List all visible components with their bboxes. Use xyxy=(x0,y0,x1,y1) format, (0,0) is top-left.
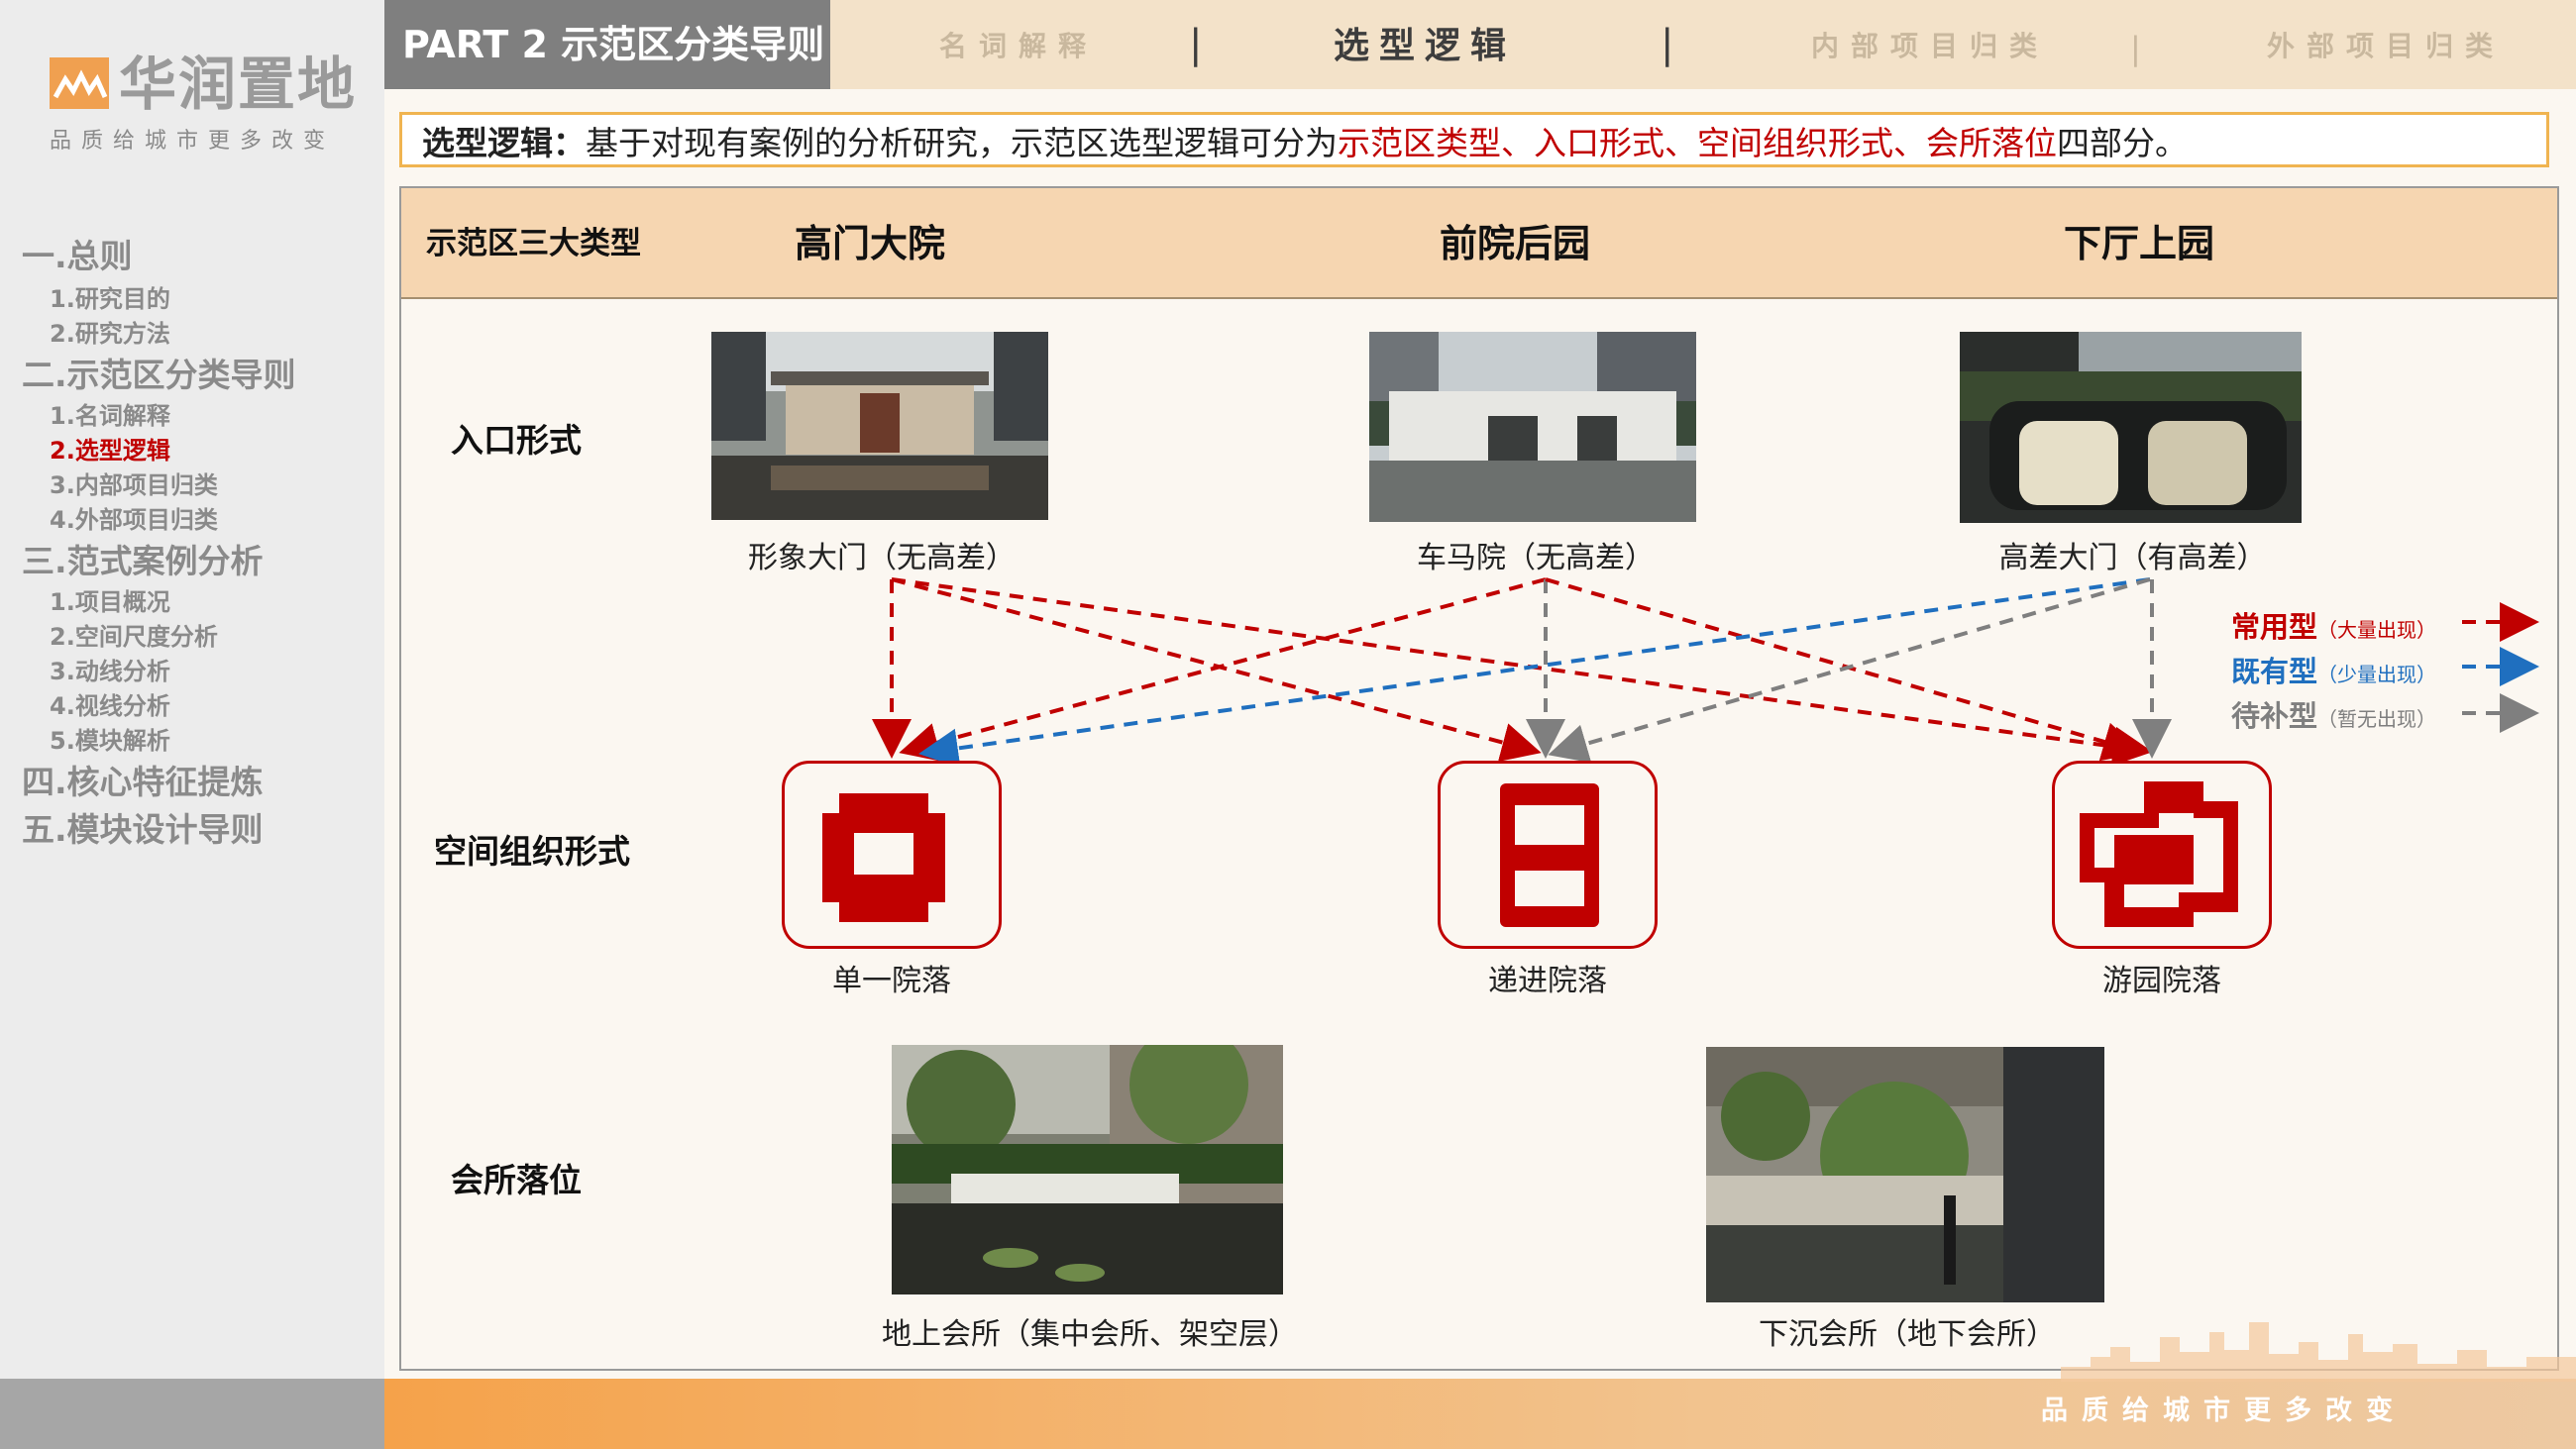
nav-item-project-overview[interactable]: 1.项目概况 xyxy=(50,582,170,617)
nav-item-selection-logic[interactable]: 2.选型逻辑 xyxy=(50,431,170,466)
photo-image-gate xyxy=(711,332,1048,520)
footer-slogan: 品质给城市更多改变 xyxy=(2041,1396,2407,1426)
intro-text-end: 四部分。 xyxy=(2057,124,2188,162)
intro-statement: 选型逻辑：基于对现有案例的分析研究，示范区选型逻辑可分为示范区类型、入口形式、空… xyxy=(399,112,2549,167)
single-courtyard-icon xyxy=(822,793,945,922)
legend-common: 常用型（大量出现） xyxy=(2231,604,2436,646)
brand-tagline: 品质给城市更多改变 xyxy=(50,129,336,154)
caption-garden-courtyard: 游园院落 xyxy=(2102,964,2221,998)
brand-logo-icon xyxy=(50,57,109,109)
nav-item-external-projects[interactable]: 4.外部项目归类 xyxy=(50,500,218,535)
footer-left xyxy=(0,1379,384,1449)
nav-item-internal-projects[interactable]: 3.内部项目归类 xyxy=(50,466,218,500)
column-gaomen-dayuan: 高门大院 xyxy=(795,222,946,265)
legend-existing-name: 既有型 xyxy=(2231,655,2318,688)
space-garden-frame xyxy=(2052,761,2272,949)
nav-section-1[interactable]: 一.总则 xyxy=(22,230,133,277)
tab-internal-projects[interactable]: 内部项目归类 xyxy=(1752,0,2108,89)
column-qianyuan-houyuan: 前院后园 xyxy=(1440,222,1591,265)
photo-sunken-club xyxy=(1706,1047,2104,1302)
photo-above-ground-club xyxy=(892,1045,1283,1294)
row-label-space: 空间组织形式 xyxy=(434,832,630,871)
tab-separator: | xyxy=(2130,30,2141,67)
intro-label: 选型逻辑： xyxy=(422,124,586,162)
legend-pending-name: 待补型 xyxy=(2231,699,2318,733)
nav-item-glossary[interactable]: 1.名词解释 xyxy=(50,396,170,431)
tab-separator: | xyxy=(1661,22,1674,67)
skyline-decoration-icon xyxy=(2061,1322,2576,1382)
legend-existing: 既有型（少量出现） xyxy=(2231,649,2436,690)
intro-highlight: 示范区类型、入口形式、空间组织形式、会所落位 xyxy=(1338,124,2057,162)
photo-grade-gate xyxy=(1960,332,2302,523)
caption-carriage-court: 车马院（无高差） xyxy=(1417,541,1655,575)
nav-item-module[interactable]: 5.模块解析 xyxy=(50,721,170,756)
caption-image-gate: 形象大门（无高差） xyxy=(748,541,1016,575)
nav-item-research-method[interactable]: 2.研究方法 xyxy=(50,314,170,349)
photo-carriage-court xyxy=(1369,332,1696,522)
tab-selection-logic[interactable]: 选型逻辑 xyxy=(1276,0,1573,89)
nav-section-5[interactable]: 五.模块设计导则 xyxy=(22,803,264,851)
tab-external-projects[interactable]: 外部项目归类 xyxy=(2237,0,2534,89)
nav-item-circulation[interactable]: 3.动线分析 xyxy=(50,652,170,686)
nav-item-space-scale[interactable]: 2.空间尺度分析 xyxy=(50,617,218,652)
nav-item-sightline[interactable]: 4.视线分析 xyxy=(50,686,170,721)
nav-section-2[interactable]: 二.示范区分类导则 xyxy=(22,349,296,396)
tab-separator: | xyxy=(1189,22,1203,67)
brand-name: 华润置地 xyxy=(119,51,358,118)
row-label-entrance: 入口形式 xyxy=(451,421,582,460)
table-corner-label: 示范区三大类型 xyxy=(426,226,641,261)
part-title: PART 2 示范区分类导则 xyxy=(384,0,830,89)
space-single-frame xyxy=(782,761,1002,949)
caption-grade-gate: 高差大门（有高差） xyxy=(1998,541,2267,575)
caption-single-courtyard: 单一院落 xyxy=(832,964,951,998)
top-nav: 名词解释 | 选型逻辑 | 内部项目归类 | 外部项目归类 xyxy=(830,0,2576,89)
garden-courtyard-icon xyxy=(2080,781,2238,927)
column-xiating-shangyuan: 下厅上园 xyxy=(2064,222,2215,265)
legend-common-note: （大量出现） xyxy=(2317,618,2437,642)
nav-section-3[interactable]: 三.范式案例分析 xyxy=(22,535,264,582)
row-label-club: 会所落位 xyxy=(451,1161,582,1199)
legend-pending-note: （暂无出现） xyxy=(2317,707,2437,731)
space-progressive-frame xyxy=(1438,761,1658,949)
legend-existing-note: （少量出现） xyxy=(2317,663,2437,686)
legend-pending: 待补型（暂无出现） xyxy=(2231,693,2436,735)
intro-text: 基于对现有案例的分析研究，示范区选型逻辑可分为 xyxy=(586,124,1338,162)
nav-section-4[interactable]: 四.核心特征提炼 xyxy=(22,756,264,803)
caption-above-ground-club: 地上会所（集中会所、架空层） xyxy=(882,1317,1298,1352)
tab-glossary[interactable]: 名词解释 xyxy=(870,0,1167,89)
legend-common-name: 常用型 xyxy=(2231,610,2318,644)
progressive-courtyard-icon xyxy=(1500,783,1599,927)
caption-progressive-courtyard: 递进院落 xyxy=(1488,964,1607,998)
nav-item-research-purpose[interactable]: 1.研究目的 xyxy=(50,279,170,314)
